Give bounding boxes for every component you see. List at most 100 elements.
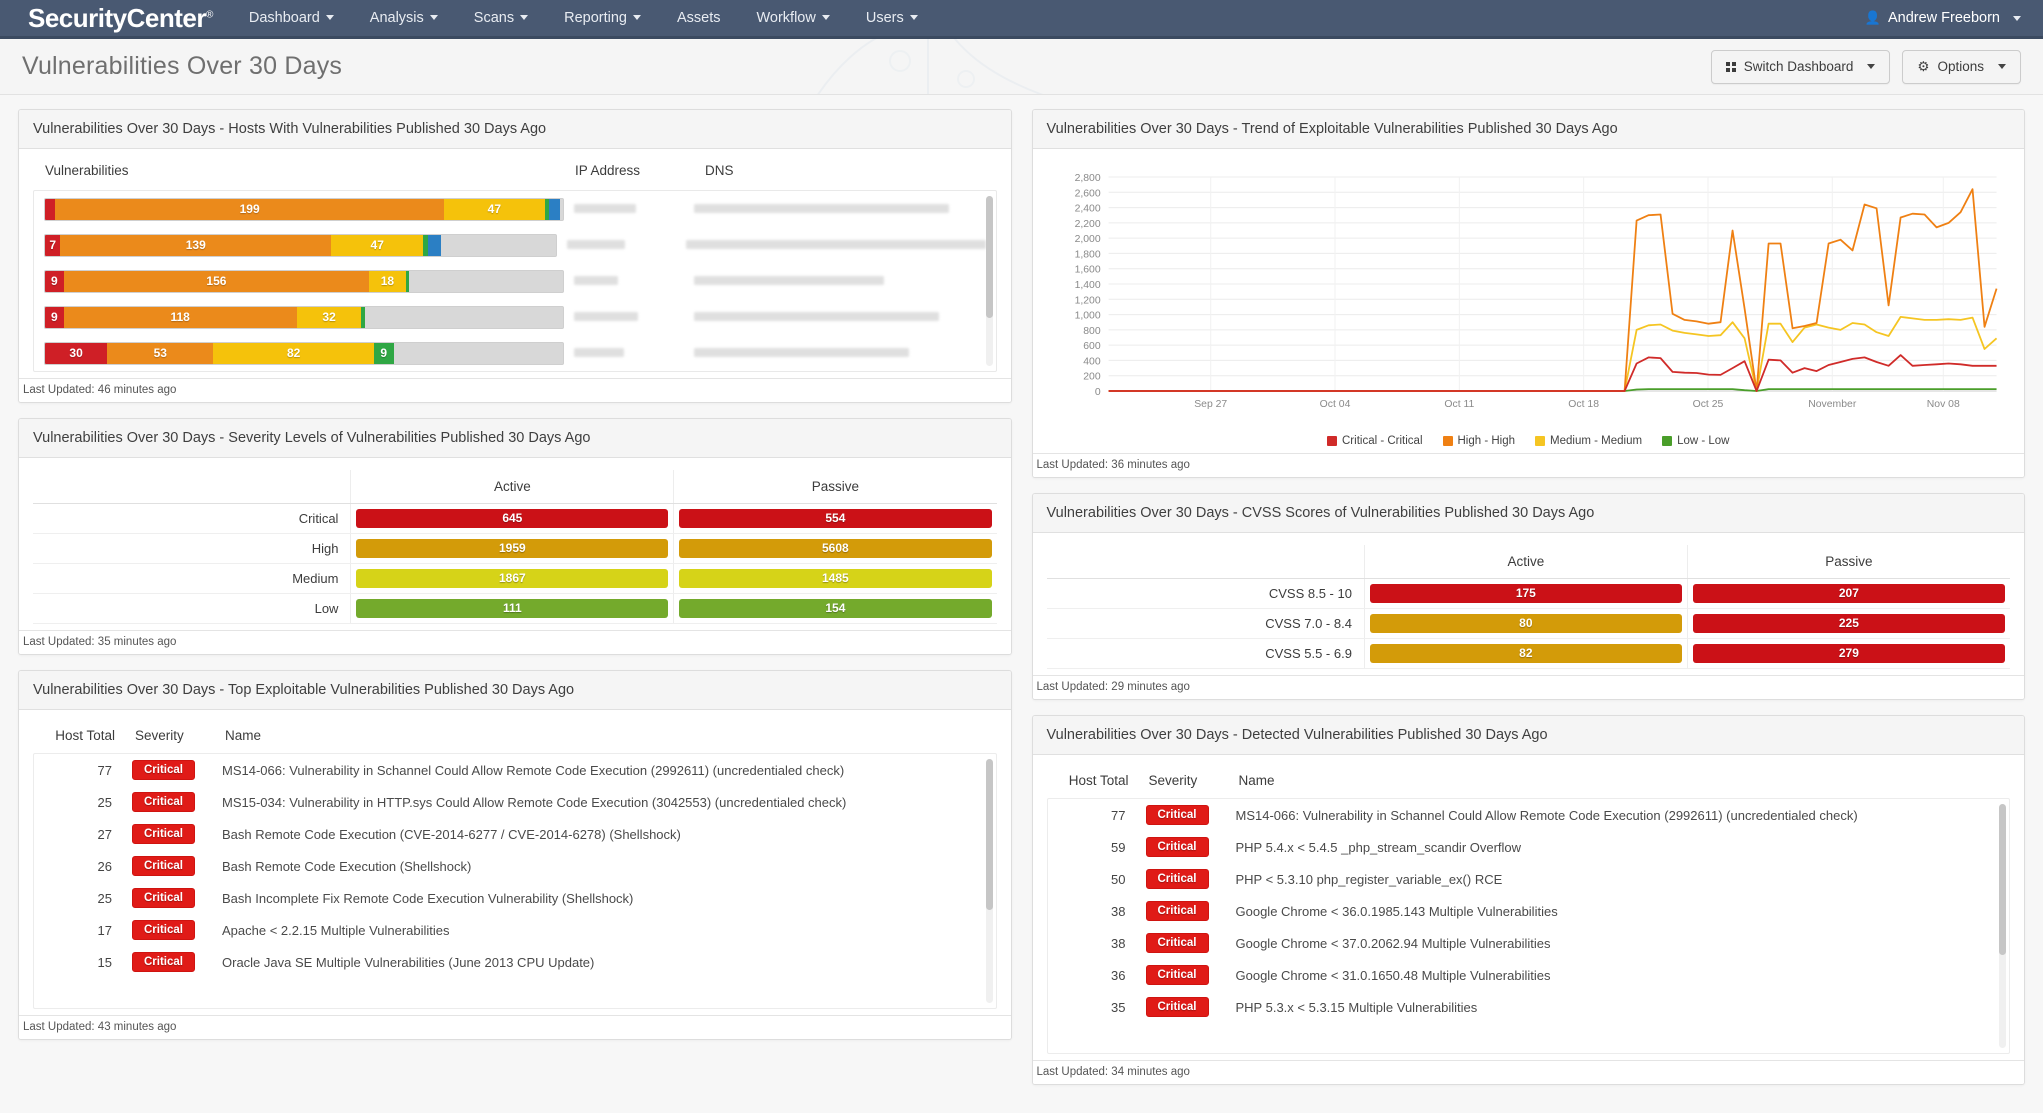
table-row[interactable]: 50 Critical PHP < 5.3.10 php_register_vari… xyxy=(1048,863,2010,895)
vuln-table-scroll-area[interactable]: 77 Critical MS14-066: Vulnerability in Sch… xyxy=(1046,798,2010,1054)
cell-active[interactable]: 82 xyxy=(1363,638,1688,669)
row-label: High xyxy=(33,533,351,564)
vulnerability-name-cell[interactable]: Google Chrome < 37.0.2062.94 Multiple Vu… xyxy=(1230,936,2010,951)
vulnerability-bar[interactable]: 9 118 32 xyxy=(44,305,564,329)
legend-item-medium[interactable]: Medium - Medium xyxy=(1535,435,1642,447)
vulnerability-name-cell[interactable]: Bash Remote Code Execution (CVE-2014-627… xyxy=(216,827,996,842)
nav-item-reporting[interactable]: Reporting xyxy=(546,0,659,38)
cell-active[interactable]: 645 xyxy=(350,503,674,534)
table-row[interactable]: 25 Critical MS15-034: Vulnerability in HTT… xyxy=(34,786,996,818)
bar-segment-med: 32 xyxy=(296,306,362,328)
table-row[interactable]: 59 Critical PHP 5.4.x < 5.4.5 _php_stream_… xyxy=(1048,831,2010,863)
vulnerability-name-cell[interactable]: PHP 5.3.x < 5.3.15 Multiple Vulnerabilit… xyxy=(1230,1000,2010,1015)
vulnerability-name-cell[interactable]: PHP 5.4.x < 5.4.5 _php_stream_scandir Ov… xyxy=(1230,840,2010,855)
cell-passive[interactable]: 225 xyxy=(1686,608,2010,639)
cell-passive[interactable]: 554 xyxy=(673,503,997,534)
nav-label: Dashboard xyxy=(248,9,320,26)
cell-passive[interactable]: 5608 xyxy=(673,533,997,564)
app-logo[interactable]: SecurityCenter® xyxy=(0,3,231,34)
hosts-table-scroll-area[interactable]: 199 47 7 139 47 9 156 18 9 118 32 30 53 82 9 xyxy=(33,190,997,372)
column-header-active: Active xyxy=(350,470,674,504)
legend-item-low[interactable]: Low - Low xyxy=(1662,435,1729,447)
table-row[interactable]: 27 Critical Bash Remote Code Execution (CV… xyxy=(34,818,996,850)
bar-segment-info xyxy=(428,234,441,256)
scrollbar-thumb[interactable] xyxy=(985,759,993,911)
vertical-scrollbar[interactable] xyxy=(1999,804,2006,1048)
table-row[interactable]: 26 Critical Bash Remote Code Execution (Sh… xyxy=(34,850,996,882)
table-row[interactable]: 35 Critical PHP 5.3.x < 5.3.15 Multiple Vu… xyxy=(1048,991,2010,1023)
table-row[interactable]: 15 Critical Oracle Java SE Multiple Vulner… xyxy=(34,946,996,978)
vulnerability-name-cell[interactable]: MS14-066: Vulnerability in Schannel Coul… xyxy=(216,763,996,778)
vulnerability-name-cell[interactable]: MS15-034: Vulnerability in HTTP.sys Coul… xyxy=(216,795,996,810)
table-row[interactable]: 25 Critical Bash Incomplete Fix Remote Cod… xyxy=(34,882,996,914)
table-row[interactable]: 17 Critical Apache < 2.2.15 Multiple Vulne… xyxy=(34,914,996,946)
status-badge: Critical xyxy=(132,856,195,876)
nav-item-dashboard[interactable]: Dashboard xyxy=(231,0,352,38)
table-row: Critical 645 554 xyxy=(33,503,997,534)
vulnerability-name-cell[interactable]: Apache < 2.2.15 Multiple Vulnerabilities xyxy=(216,923,996,938)
trend-chart[interactable]: 0 200 400 600 800 1,000 1,200 1,400 1,600 1,800 2,… xyxy=(1047,161,2011,433)
nav-item-assets[interactable]: Assets xyxy=(659,0,739,38)
vulnerability-name-cell[interactable]: Google Chrome < 31.0.1650.48 Multiple Vu… xyxy=(1230,968,2010,983)
vulnerability-bar[interactable]: 199 47 xyxy=(44,197,564,221)
vulnerability-name-cell[interactable]: PHP < 5.3.10 php_register_variable_ex() … xyxy=(1230,872,2010,887)
trend-chart-svg: 0 200 400 600 800 1,000 1,200 1,400 1,600 1,800 2,… xyxy=(1074,173,1997,410)
cell-active[interactable]: 80 xyxy=(1363,608,1688,639)
chevron-down-icon xyxy=(1867,64,1876,69)
cell-passive[interactable]: 154 xyxy=(673,593,997,624)
vuln-table-scroll-area[interactable]: 77 Critical MS14-066: Vulnerability in Sch… xyxy=(33,753,997,1009)
user-menu[interactable]: 👤 Andrew Freeborn xyxy=(1865,10,2021,26)
panel-trend-of-exploitable-vulnerabilities: Vulnerabilities Over 30 Days - Trend of … xyxy=(1031,109,2025,478)
scrollbar-thumb[interactable] xyxy=(985,196,993,319)
legend-item-critical[interactable]: Critical - Critical xyxy=(1327,435,1423,447)
vulnerability-name-cell[interactable]: Oracle Java SE Multiple Vulnerabilities … xyxy=(216,955,996,970)
table-row[interactable]: 7 139 47 xyxy=(34,227,996,263)
table-row[interactable]: 38 Critical Google Chrome < 36.0.1985.143 … xyxy=(1048,895,2010,927)
table-row[interactable]: 199 47 xyxy=(34,191,996,227)
scrollbar-thumb[interactable] xyxy=(1999,804,2006,956)
legend-item-high[interactable]: High - High xyxy=(1442,435,1515,447)
redacted-value xyxy=(694,276,884,285)
vulnerability-bar[interactable]: 7 139 47 xyxy=(44,233,558,257)
vulnerability-name-cell[interactable]: MS14-066: Vulnerability in Schannel Coul… xyxy=(1230,808,2010,823)
cell-passive[interactable]: 207 xyxy=(1686,578,2010,609)
nav-item-analysis[interactable]: Analysis xyxy=(352,0,456,38)
vulnerability-bar[interactable]: 30 53 82 9 xyxy=(44,341,564,365)
status-badge: Critical xyxy=(1145,965,1209,985)
nav-label: Reporting xyxy=(564,9,627,26)
cell-passive[interactable]: 1485 xyxy=(673,563,997,594)
nav-item-users[interactable]: Users xyxy=(848,0,936,38)
vulnerability-name-cell[interactable]: Bash Remote Code Execution (Shellshock) xyxy=(216,859,996,874)
nav-item-scans[interactable]: Scans xyxy=(456,0,546,38)
vulnerability-name-cell[interactable]: Google Chrome < 36.0.1985.143 Multiple V… xyxy=(1230,904,2010,919)
cell-active[interactable]: 111 xyxy=(350,593,674,624)
vulnerability-bar[interactable]: 9 156 18 xyxy=(44,269,564,293)
table-row[interactable]: 30 53 82 9 xyxy=(34,335,996,371)
cell-active[interactable]: 1959 xyxy=(350,533,674,564)
switch-dashboard-button[interactable]: Switch Dashboard xyxy=(1710,49,1891,84)
panel-body: Vulnerabilities IP Address DNS 199 47 7 139… xyxy=(19,149,1011,378)
cell-active[interactable]: 175 xyxy=(1363,578,1688,609)
vertical-scrollbar[interactable] xyxy=(985,196,993,366)
table-row[interactable]: 9 118 32 xyxy=(34,299,996,335)
table-row[interactable]: 9 156 18 xyxy=(34,263,996,299)
column-header-ip-address: IP Address xyxy=(575,163,641,178)
value-bar: 80 xyxy=(1369,614,1682,633)
host-total-cell: 77 xyxy=(1111,807,1126,823)
legend-swatch-low xyxy=(1662,436,1673,446)
vertical-scrollbar[interactable] xyxy=(985,759,993,1003)
gear-icon: ⚙ xyxy=(1917,58,1930,74)
host-total-cell: 26 xyxy=(97,858,112,874)
nav-item-workflow[interactable]: Workflow xyxy=(738,0,847,38)
options-button[interactable]: ⚙ Options xyxy=(1902,49,2021,84)
cell-passive[interactable]: 279 xyxy=(1686,638,2010,669)
vulnerability-name-cell[interactable]: Bash Incomplete Fix Remote Code Executio… xyxy=(216,891,996,906)
table-row[interactable]: 77 Critical MS14-066: Vulnerability in Sch… xyxy=(1048,799,2010,831)
cell-active[interactable]: 1867 xyxy=(350,563,674,594)
table-row[interactable]: 36 Critical Google Chrome < 31.0.1650.48 M… xyxy=(1048,959,2010,991)
status-badge: Critical xyxy=(132,888,195,908)
table-row[interactable]: 38 Critical Google Chrome < 37.0.2062.94 M… xyxy=(1048,927,2010,959)
table-row[interactable]: 77 Critical MS14-066: Vulnerability in Sch… xyxy=(34,754,996,786)
panel-top-exploitable-vulnerabilities: Vulnerabilities Over 30 Days - Top Explo… xyxy=(18,670,1012,1040)
host-total-cell: 15 xyxy=(97,954,112,970)
